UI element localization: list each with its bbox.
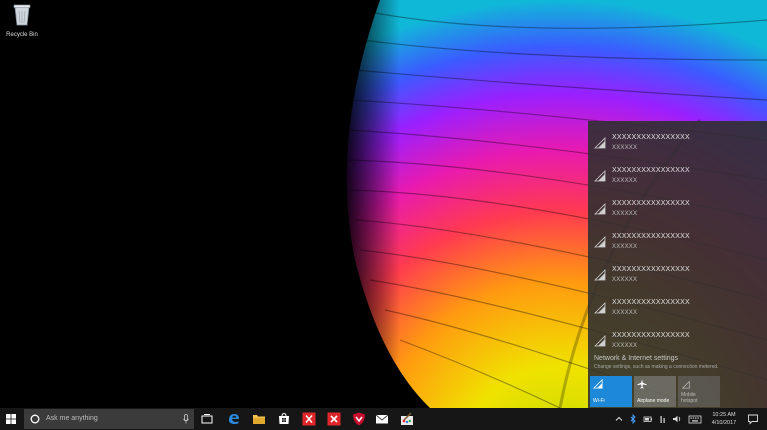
network-list-item[interactable]: XXXXXXXXXXXXXXXX XXXXXX (588, 129, 767, 162)
wifi-signal-icon (594, 170, 606, 182)
network-detail: XXXXXX (612, 310, 638, 316)
edge-icon[interactable] (226, 411, 242, 427)
network-name: XXXXXXXXXXXXXXXX (612, 167, 690, 174)
network-name: XXXXXXXXXXXXXXXX (612, 299, 690, 306)
battery-icon[interactable] (643, 414, 653, 424)
wifi-tile-label: Wi-Fi (593, 398, 605, 404)
network-name: XXXXXXXXXXXXXXXX (612, 332, 690, 339)
mail-icon[interactable] (374, 411, 390, 427)
wifi-signal-icon (594, 335, 606, 347)
keyboard-icon[interactable] (688, 414, 702, 424)
network-detail: XXXXXX (612, 145, 638, 151)
airplane-icon (637, 379, 647, 389)
paint-icon[interactable] (399, 411, 415, 427)
search-placeholder: Ask me anything (46, 415, 98, 422)
windows-logo-icon (6, 414, 16, 424)
network-detail: XXXXXX (612, 211, 638, 217)
action-center-icon[interactable] (747, 413, 759, 425)
wifi-signal-icon (594, 137, 606, 149)
microphone-icon[interactable] (183, 414, 189, 424)
network-list-item[interactable]: XXXXXXXXXXXXXXXX XXXXXX (588, 261, 767, 294)
network-list-item[interactable]: XXXXXXXXXXXXXXXX XXXXXX (588, 195, 767, 228)
hotspot-icon (681, 380, 690, 389)
cortana-icon (30, 414, 40, 424)
hotspot-tile-label: Mobile hotspot (681, 392, 697, 404)
recycle-bin-icon (13, 4, 31, 26)
network-detail: XXXXXX (612, 178, 638, 184)
wifi-signal-icon (594, 269, 606, 281)
network-detail: XXXXXX (612, 343, 638, 349)
store-icon[interactable] (276, 411, 292, 427)
network-detail: XXXXXX (612, 277, 638, 283)
clock-date: 4/10/2017 (711, 420, 737, 426)
clock-time: 10:25 AM (712, 412, 736, 418)
wifi-signal-icon (594, 302, 606, 314)
antivirus-icon[interactable] (351, 411, 367, 427)
red-app-icon[interactable] (301, 411, 317, 427)
red-app-icon[interactable] (326, 411, 342, 427)
chevron-up-icon[interactable] (614, 414, 624, 424)
network-flyout: XXXXXXXXXXXXXXXX XXXXXX XXXXXXXXXXXXXXXX XX… (588, 121, 767, 408)
start-button[interactable] (3, 411, 19, 427)
cortana-search-box[interactable]: Ask me anything (24, 409, 194, 429)
recycle-bin-label: Recycle Bin (6, 32, 38, 38)
mobile-hotspot-tile[interactable]: Mobile hotspot (678, 376, 720, 407)
recycle-bin-shortcut[interactable]: Recycle Bin (2, 2, 42, 38)
network-name: XXXXXXXXXXXXXXXX (612, 200, 690, 207)
network-detail: XXXXXX (612, 244, 638, 250)
network-settings-description: Change settings, such as making a connec… (594, 364, 719, 370)
network-list-item[interactable]: XXXXXXXXXXXXXXXX XXXXXX (588, 294, 767, 327)
hotspot-label-line2: hotspot (681, 398, 698, 404)
network-list-item[interactable]: XXXXXXXXXXXXXXXX XXXXXX (588, 162, 767, 195)
network-icon[interactable] (658, 414, 668, 424)
wifi-signal-icon (594, 236, 606, 248)
network-name: XXXXXXXXXXXXXXXX (612, 233, 690, 240)
wifi-signal-icon (594, 203, 606, 215)
bluetooth-icon[interactable] (628, 414, 638, 424)
network-list-item[interactable]: XXXXXXXXXXXXXXXX XXXXXX (588, 228, 767, 261)
network-name: XXXXXXXXXXXXXXXX (612, 266, 690, 273)
wifi-toggle-tile[interactable]: Wi-Fi (590, 376, 632, 407)
task-view-button[interactable] (199, 411, 215, 427)
network-settings-link[interactable]: Network & Internet settings (594, 355, 678, 362)
volume-icon[interactable] (672, 414, 682, 424)
network-list: XXXXXXXXXXXXXXXX XXXXXX XXXXXXXXXXXXXXXX XX… (588, 129, 767, 360)
taskbar: Ask me anything 10:25 AM 4/10/2017 (0, 408, 767, 430)
taskbar-clock[interactable]: 10:25 AM 4/10/2017 (706, 411, 742, 427)
wifi-icon (593, 379, 603, 389)
airplane-mode-tile[interactable]: Airplane mode (634, 376, 676, 407)
network-name: XXXXXXXXXXXXXXXX (612, 134, 690, 141)
airplane-tile-label: Airplane mode (637, 398, 670, 404)
file-explorer-icon[interactable] (251, 411, 267, 427)
